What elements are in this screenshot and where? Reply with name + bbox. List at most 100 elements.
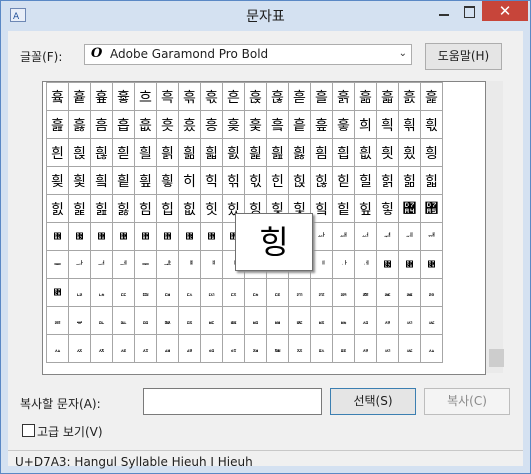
character-cell[interactable]: ퟤ (222, 306, 245, 335)
character-cell[interactable]: 흛 (376, 82, 399, 111)
character-cell[interactable]: ퟅ (332, 250, 355, 279)
character-cell[interactable]: 흡 (112, 110, 135, 139)
character-cell[interactable]: ퟜ (46, 306, 69, 335)
advanced-view-label[interactable]: 고급 보기(V) (37, 423, 103, 440)
character-cell[interactable]: 흒 (178, 82, 201, 111)
character-cell[interactable]: 힤 (398, 194, 421, 223)
character-cell[interactable]: ퟫ (376, 306, 399, 335)
character-cell[interactable]: ힺ (90, 250, 113, 279)
character-cell[interactable]: ퟉ (420, 250, 443, 279)
character-cell[interactable]: 흩 (288, 110, 311, 139)
character-cell[interactable]: 흐 (134, 82, 157, 111)
character-cell[interactable]: 힠 (310, 194, 333, 223)
character-cell[interactable]: 힦 (46, 222, 69, 251)
character-cell[interactable]: 힥 (420, 194, 443, 223)
character-cell[interactable]: ퟑ (200, 278, 223, 307)
character-cell[interactable]: ퟗ (332, 278, 355, 307)
character-cell[interactable]: 흌 (46, 82, 69, 111)
character-cell[interactable]: 힓 (420, 166, 443, 195)
character-cell[interactable]: 흮 (398, 110, 421, 139)
character-cell[interactable]: ퟏ (156, 278, 179, 307)
character-cell[interactable]: 흓 (200, 82, 223, 111)
character-cell[interactable]: 힨 (90, 222, 113, 251)
character-cell[interactable]: 힛 (200, 194, 223, 223)
character-cell[interactable]: ힳ (332, 222, 355, 251)
character-cell[interactable]: ퟴ (178, 334, 201, 363)
character-cell[interactable]: 흱 (68, 138, 91, 167)
character-cell[interactable]: ퟯ (68, 334, 91, 363)
character-cell[interactable]: 흣 (156, 110, 179, 139)
title-bar[interactable]: A 문자표 ✕ (1, 1, 530, 31)
character-cell[interactable]: 힐 (354, 166, 377, 195)
character-cell[interactable]: 흶 (178, 138, 201, 167)
character-cell[interactable]: ퟬ (376, 334, 399, 363)
character-cell[interactable]: 흦 (222, 110, 245, 139)
character-cell[interactable]: 흴 (134, 138, 157, 167)
character-cell[interactable]: 흥 (200, 110, 223, 139)
character-cell[interactable]: 힙 (156, 194, 179, 223)
character-cell[interactable]: 힘 (134, 194, 157, 223)
character-cell[interactable]: ퟶ (222, 334, 245, 363)
character-cell[interactable]: 힗 (112, 194, 135, 223)
character-cell[interactable]: ힹ (68, 250, 91, 279)
character-cell[interactable]: ힼ (134, 250, 157, 279)
character-cell[interactable]: ퟱ (112, 334, 135, 363)
character-cell[interactable]: ퟳ (156, 334, 179, 363)
character-cell[interactable]: ퟇ (376, 250, 399, 279)
character-cell[interactable]: ퟰ (90, 334, 113, 363)
character-cell[interactable]: 흲 (90, 138, 113, 167)
character-cell[interactable]: ퟖ (310, 278, 333, 307)
character-cell[interactable]: 힔 (46, 194, 69, 223)
character-cell[interactable]: 흯 (420, 110, 443, 139)
font-dropdown[interactable]: O Adobe Garamond Pro Bold ⌄ (84, 44, 412, 65)
character-cell[interactable]: ힶ (398, 222, 421, 251)
character-cell[interactable]: ퟷ (244, 334, 267, 363)
character-cell[interactable]: ퟆ (354, 250, 377, 279)
character-cell[interactable]: 흜 (398, 82, 421, 111)
character-cell[interactable]: ퟓ (244, 278, 267, 307)
character-cell[interactable]: ퟝ (68, 306, 91, 335)
character-cell[interactable]: 흧 (244, 110, 267, 139)
character-cell[interactable]: 힣 (376, 194, 399, 223)
character-cell[interactable]: 힑 (376, 166, 399, 195)
character-cell[interactable]: 힁 (420, 138, 443, 167)
character-cell[interactable]: 흠 (90, 110, 113, 139)
character-cell[interactable]: ퟕ (288, 278, 311, 307)
character-cell[interactable]: 흝 (420, 82, 443, 111)
character-cell[interactable]: 흙 (332, 82, 355, 111)
character-cell[interactable]: 힩 (112, 222, 135, 251)
copy-characters-input[interactable] (143, 388, 322, 415)
character-cell[interactable]: 흷 (200, 138, 223, 167)
character-cell[interactable]: 힉 (200, 166, 223, 195)
character-cell[interactable]: 흑 (156, 82, 179, 111)
character-cell[interactable]: 히 (178, 166, 201, 195)
character-cell[interactable]: 흻 (288, 138, 311, 167)
character-cell[interactable]: 흭 (376, 110, 399, 139)
character-cell[interactable]: ퟦ (266, 306, 289, 335)
copy-button[interactable]: 복사(C) (424, 388, 510, 415)
character-cell[interactable]: 흪 (310, 110, 333, 139)
character-cell[interactable]: 흖 (266, 82, 289, 111)
character-cell[interactable]: 힧 (68, 222, 91, 251)
character-cell[interactable]: 힍 (288, 166, 311, 195)
character-cell[interactable]: 힬 (178, 222, 201, 251)
help-button[interactable]: 도움말(H) (425, 43, 502, 70)
character-cell[interactable]: ힴ (354, 222, 377, 251)
character-cell[interactable]: 힌 (266, 166, 289, 195)
character-cell[interactable]: ퟵ (200, 334, 223, 363)
character-cell[interactable]: ퟺ (310, 334, 333, 363)
character-cell[interactable]: ퟐ (178, 278, 201, 307)
character-cell[interactable]: ퟸ (266, 334, 289, 363)
character-cell[interactable]: 흿 (376, 138, 399, 167)
character-cell[interactable]: ퟡ (156, 306, 179, 335)
character-cell[interactable]: 흸 (222, 138, 245, 167)
character-cell[interactable]: 힇 (156, 166, 179, 195)
character-cell[interactable]: ힷ (420, 222, 443, 251)
character-cell[interactable]: ퟔ (266, 278, 289, 307)
character-cell[interactable]: ힾ (178, 250, 201, 279)
character-cell[interactable]: ퟻ (332, 334, 355, 363)
character-cell[interactable]: 흼 (310, 138, 333, 167)
character-cell[interactable]: ퟨ (310, 306, 333, 335)
character-cell[interactable]: 힕 (68, 194, 91, 223)
character-cell[interactable]: 흵 (156, 138, 179, 167)
